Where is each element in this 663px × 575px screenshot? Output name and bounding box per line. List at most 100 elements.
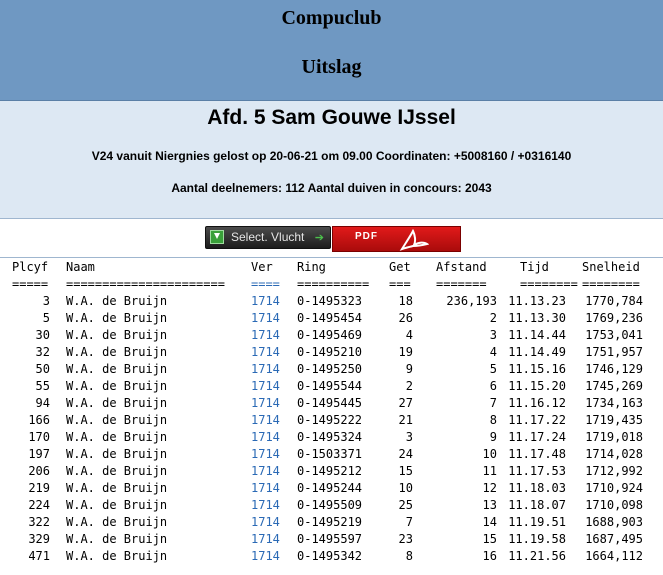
col-header-ring: Ring bbox=[297, 260, 326, 274]
cell-afstand: 4 bbox=[489, 345, 497, 359]
cell-snelheid: 1734,163 bbox=[585, 396, 643, 410]
separator-tijd: ======== bbox=[520, 277, 578, 291]
cell-vereniging[interactable]: 1714 bbox=[251, 548, 280, 565]
cell-naam: W.A. de Bruijn bbox=[66, 311, 168, 325]
cell-ring: 0-1495244 bbox=[297, 481, 363, 495]
cell-plaats: 30 bbox=[35, 328, 50, 342]
separator-ring: ========== bbox=[297, 277, 370, 291]
cell-tijd: 11.17.53 bbox=[508, 464, 566, 478]
cell-getekend: 18 bbox=[398, 294, 413, 308]
cell-naam: W.A. de Bruijn bbox=[66, 515, 168, 529]
cell-afstand: 2 bbox=[489, 311, 497, 325]
cell-vereniging[interactable]: 1714 bbox=[251, 293, 280, 310]
cell-snelheid: 1712,992 bbox=[585, 464, 643, 478]
cell-vereniging[interactable]: 1714 bbox=[251, 395, 280, 412]
cell-vereniging[interactable]: 1714 bbox=[251, 497, 280, 514]
cell-snelheid: 1688,903 bbox=[585, 515, 643, 529]
cell-ring: 0-1495323 bbox=[297, 294, 363, 308]
table-row: 206 W.A. de Bruijn 1714 0-1495212 15 11 11.17.… bbox=[0, 463, 663, 480]
cell-naam: W.A. de Bruijn bbox=[66, 532, 168, 546]
separator-naam: ====================== bbox=[66, 277, 225, 291]
cell-vereniging[interactable]: 1714 bbox=[251, 378, 280, 395]
cell-plaats: 197 bbox=[28, 447, 50, 461]
cell-plaats: 224 bbox=[28, 498, 50, 512]
cell-afstand: 13 bbox=[482, 498, 497, 512]
cell-getekend: 21 bbox=[398, 413, 413, 427]
cell-getekend: 4 bbox=[405, 328, 413, 342]
table-row: 32 W.A. de Bruijn 1714 0-1495210 19 4 11.14.49… bbox=[0, 344, 663, 361]
cell-tijd: 11.17.48 bbox=[508, 447, 566, 461]
cell-getekend: 25 bbox=[398, 498, 413, 512]
cell-plaats: 329 bbox=[28, 532, 50, 546]
col-header-plcyf: Plcyf bbox=[12, 260, 49, 274]
cell-getekend: 2 bbox=[405, 379, 413, 393]
table-row: 55 W.A. de Bruijn 1714 0-1495544 2 6 11.15.20 1… bbox=[0, 378, 663, 395]
cell-tijd: 11.15.20 bbox=[508, 379, 566, 393]
cell-naam: W.A. de Bruijn bbox=[66, 396, 168, 410]
cell-snelheid: 1664,112 bbox=[585, 549, 643, 563]
cell-getekend: 19 bbox=[398, 345, 413, 359]
cell-afstand: 236,193 bbox=[446, 294, 497, 308]
cell-afstand: 9 bbox=[489, 430, 497, 444]
cell-snelheid: 1753,041 bbox=[585, 328, 643, 342]
cell-vereniging[interactable]: 1714 bbox=[251, 463, 280, 480]
cell-tijd: 11.19.51 bbox=[508, 515, 566, 529]
cell-getekend: 9 bbox=[405, 362, 413, 376]
table-row: 197 W.A. de Bruijn 1714 0-1503371 24 10 11.17.… bbox=[0, 446, 663, 463]
cell-afstand: 16 bbox=[482, 549, 497, 563]
cell-plaats: 94 bbox=[35, 396, 50, 410]
cell-afstand: 12 bbox=[482, 481, 497, 495]
club-name: Compuclub bbox=[281, 7, 382, 29]
cell-afstand: 14 bbox=[482, 515, 497, 529]
table-row: 224 W.A. de Bruijn 1714 0-1495509 25 13 11.18.… bbox=[0, 497, 663, 514]
cell-vereniging[interactable]: 1714 bbox=[251, 412, 280, 429]
cell-tijd: 11.13.23 bbox=[508, 294, 566, 308]
cell-vereniging[interactable]: 1714 bbox=[251, 514, 280, 531]
cell-naam: W.A. de Bruijn bbox=[66, 447, 168, 461]
cell-naam: W.A. de Bruijn bbox=[66, 294, 168, 308]
col-header-afstand: Afstand bbox=[436, 260, 487, 274]
separator-snelheid: ======== bbox=[582, 277, 640, 291]
cell-snelheid: 1751,957 bbox=[585, 345, 643, 359]
cell-vereniging[interactable]: 1714 bbox=[251, 531, 280, 548]
cell-afstand: 6 bbox=[489, 379, 497, 393]
cell-vereniging[interactable]: 1714 bbox=[251, 327, 280, 344]
cell-vereniging[interactable]: 1714 bbox=[251, 361, 280, 378]
cell-vereniging[interactable]: 1714 bbox=[251, 446, 280, 463]
pdf-button[interactable]: PDF bbox=[332, 226, 461, 252]
select-flight-button[interactable]: Select. Vlucht ➔ bbox=[205, 226, 331, 249]
cell-vereniging[interactable]: 1714 bbox=[251, 429, 280, 446]
cell-ring: 0-1495445 bbox=[297, 396, 363, 410]
cell-tijd: 11.15.16 bbox=[508, 362, 566, 376]
cell-naam: W.A. de Bruijn bbox=[66, 498, 168, 512]
table-row: 30 W.A. de Bruijn 1714 0-1495469 4 3 11.14.44 1… bbox=[0, 327, 663, 344]
table-row: 329 W.A. de Bruijn 1714 0-1495597 23 15 11.19.… bbox=[0, 531, 663, 548]
cell-tijd: 11.17.22 bbox=[508, 413, 566, 427]
cell-vereniging[interactable]: 1714 bbox=[251, 310, 280, 327]
cell-snelheid: 1745,269 bbox=[585, 379, 643, 393]
cell-naam: W.A. de Bruijn bbox=[66, 549, 168, 563]
cell-ring: 0-1495597 bbox=[297, 532, 363, 546]
cell-tijd: 11.13.30 bbox=[508, 311, 566, 325]
cell-snelheid: 1687,495 bbox=[585, 532, 643, 546]
cell-plaats: 3 bbox=[42, 294, 50, 308]
col-header-ver: Ver bbox=[251, 260, 273, 274]
table-row: 94 W.A. de Bruijn 1714 0-1495445 27 7 11.16.12… bbox=[0, 395, 663, 412]
cell-ring: 0-1495222 bbox=[297, 413, 363, 427]
cell-getekend: 23 bbox=[398, 532, 413, 546]
cell-getekend: 8 bbox=[405, 549, 413, 563]
cell-plaats: 206 bbox=[28, 464, 50, 478]
cell-snelheid: 1746,129 bbox=[585, 362, 643, 376]
cell-ring: 0-1495324 bbox=[297, 430, 363, 444]
cell-getekend: 10 bbox=[398, 481, 413, 495]
col-header-tijd: Tijd bbox=[520, 260, 549, 274]
cell-ring: 0-1495212 bbox=[297, 464, 363, 478]
cell-ring: 0-1495210 bbox=[297, 345, 363, 359]
table-row: 166 W.A. de Bruijn 1714 0-1495222 21 8 11.17.2… bbox=[0, 412, 663, 429]
cell-tijd: 11.14.44 bbox=[508, 328, 566, 342]
cell-vereniging[interactable]: 1714 bbox=[251, 344, 280, 361]
cell-naam: W.A. de Bruijn bbox=[66, 328, 168, 342]
cell-vereniging[interactable]: 1714 bbox=[251, 480, 280, 497]
cell-plaats: 166 bbox=[28, 413, 50, 427]
cell-plaats: 471 bbox=[28, 549, 50, 563]
